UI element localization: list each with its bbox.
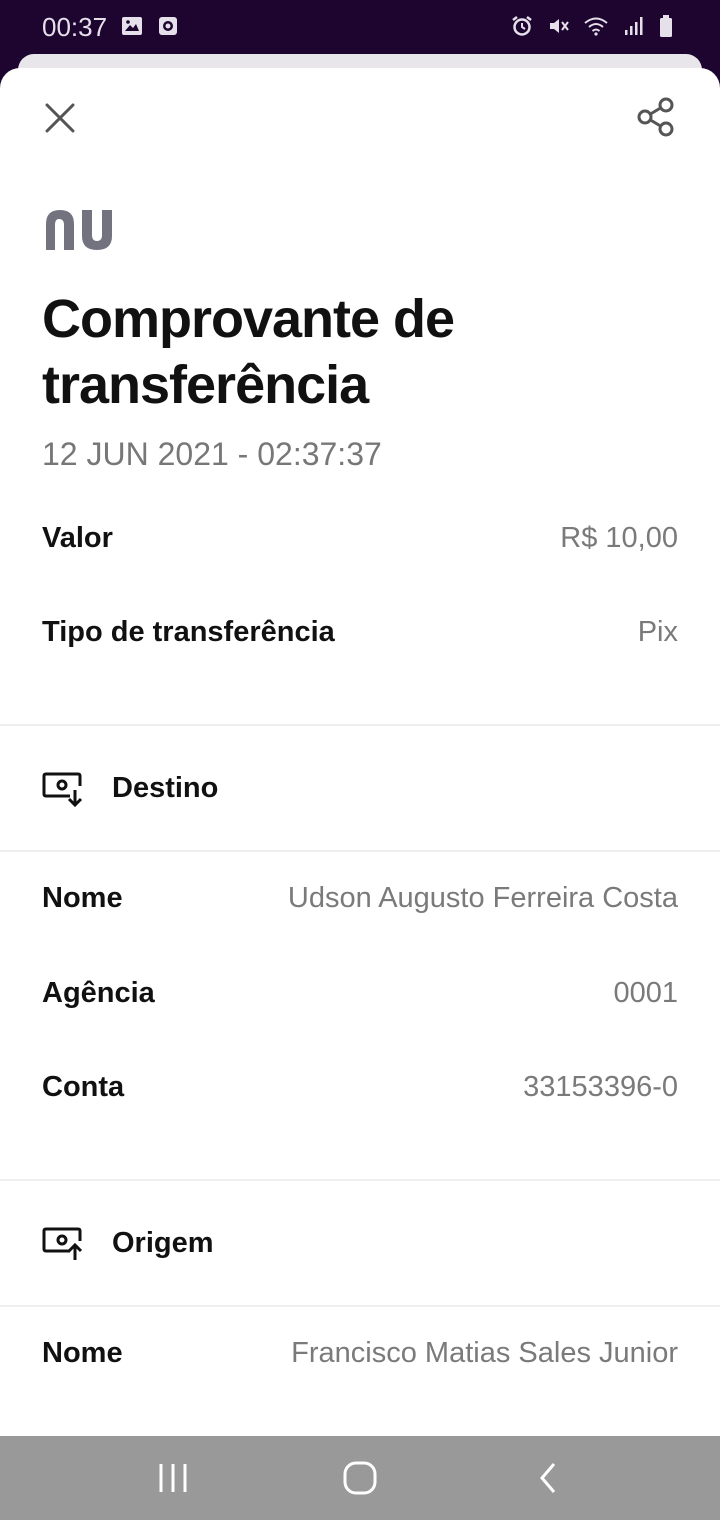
image-icon xyxy=(122,17,142,35)
destino-conta-row: Conta 33153396-0 xyxy=(42,1071,678,1111)
divider xyxy=(0,850,720,852)
valor-label: Valor xyxy=(42,522,113,554)
home-button[interactable] xyxy=(340,1458,380,1503)
back-icon xyxy=(540,1463,556,1493)
valor-row: Valor R$ 10,00 xyxy=(42,522,678,562)
origem-nome-label: Nome xyxy=(42,1337,123,1369)
origem-nome-row: Nome Francisco Matias Sales Junior xyxy=(42,1337,678,1377)
signal-icon xyxy=(624,17,643,35)
close-button[interactable] xyxy=(40,98,80,138)
divider xyxy=(0,1179,720,1181)
battery-icon xyxy=(660,15,672,37)
status-bar: 00:37 xyxy=(0,0,720,56)
receipt-sheet: Comprovante de transferência 12 JUN 2021… xyxy=(0,68,720,1436)
back-button[interactable] xyxy=(534,1460,564,1501)
nubank-logo xyxy=(46,210,112,250)
recents-button[interactable] xyxy=(155,1460,191,1501)
valor-value: R$ 10,00 xyxy=(560,522,678,554)
divider xyxy=(0,724,720,726)
navigation-bar xyxy=(0,1436,720,1520)
destino-nome-row: Nome Udson Augusto Ferreira Costa xyxy=(42,882,678,922)
origem-section-header: Origem xyxy=(42,1225,442,1265)
money-out-icon xyxy=(42,1227,83,1260)
destino-section-header: Destino xyxy=(42,770,442,810)
wifi-icon xyxy=(584,17,608,36)
money-in-icon xyxy=(42,772,83,808)
destino-nome-label: Nome xyxy=(42,882,123,914)
share-icon xyxy=(637,97,674,137)
recents-icon xyxy=(159,1464,187,1492)
alarm-icon xyxy=(512,16,532,36)
origem-label: Origem xyxy=(112,1227,214,1259)
origem-nome-value: Francisco Matias Sales Junior xyxy=(291,1337,678,1369)
divider xyxy=(0,1305,720,1307)
share-button[interactable] xyxy=(634,96,680,138)
destino-agencia-label: Agência xyxy=(42,977,155,1009)
status-left-icons xyxy=(120,14,188,43)
mute-icon xyxy=(549,19,569,33)
destino-nome-value: Udson Augusto Ferreira Costa xyxy=(287,882,678,914)
screen-record-icon xyxy=(159,17,178,35)
home-icon xyxy=(343,1461,377,1495)
close-icon xyxy=(45,103,75,133)
transfer-datetime: 12 JUN 2021 - 02:37:37 xyxy=(42,436,382,472)
tipo-row: Tipo de transferência Pix xyxy=(42,616,678,656)
tipo-label: Tipo de transferência xyxy=(42,616,335,648)
tipo-value: Pix xyxy=(637,616,678,648)
destino-conta-value: 33153396-0 xyxy=(523,1071,678,1103)
destino-agencia-row: Agência 0001 xyxy=(42,977,678,1017)
destino-agencia-value: 0001 xyxy=(613,977,678,1009)
destino-conta-label: Conta xyxy=(42,1071,125,1103)
status-time: 00:37 xyxy=(42,12,108,42)
page-title: Comprovante de transferência xyxy=(42,289,455,415)
status-right-icons xyxy=(510,14,682,43)
destino-label: Destino xyxy=(112,772,219,804)
